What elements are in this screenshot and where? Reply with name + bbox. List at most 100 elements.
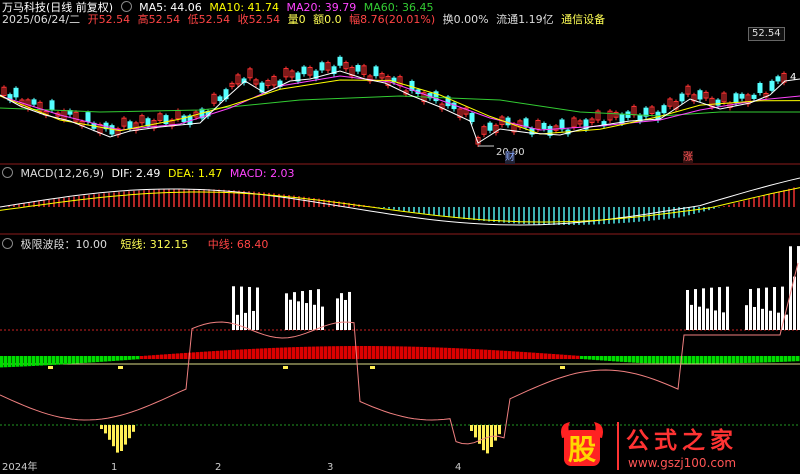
- candle: [733, 93, 739, 104]
- midterm-bar: [720, 356, 724, 364]
- short-spike: [706, 308, 709, 330]
- bottom-spike: [486, 425, 489, 454]
- midterm-bar: [784, 356, 788, 362]
- midterm-bar: [756, 356, 760, 363]
- midterm-bar: [684, 356, 688, 364]
- candle: [31, 99, 37, 105]
- midterm-bar: [64, 356, 68, 365]
- quote-amt: 额0.0: [313, 13, 342, 26]
- midterm-bar: [596, 356, 600, 361]
- midterm-bar: [404, 346, 408, 359]
- signal-tick: [118, 366, 123, 369]
- midterm-bar: [692, 356, 696, 364]
- candle: [355, 65, 361, 72]
- midterm-bar: [44, 356, 48, 366]
- midterm-bar: [288, 347, 292, 359]
- midterm-bar: [444, 347, 448, 359]
- macd-dif: DIF: 2.49: [111, 167, 161, 180]
- short-spike: [718, 287, 721, 330]
- midterm-bar: [180, 353, 184, 359]
- midterm-bar: [476, 349, 480, 359]
- short-spike: [722, 312, 725, 330]
- midterm-bar: [364, 346, 368, 359]
- midterm-bar: [420, 346, 424, 359]
- midterm-bar: [368, 346, 372, 359]
- bottom-spike: [108, 425, 111, 440]
- midterm-bar: [580, 356, 584, 360]
- midterm-bar: [52, 356, 56, 365]
- midterm-bar: [668, 356, 672, 364]
- midterm-bar: [56, 356, 60, 365]
- midterm-bar: [416, 346, 420, 359]
- midterm-bar: [256, 348, 260, 359]
- short-spike: [777, 312, 780, 330]
- logo-glyph: 股: [568, 433, 596, 466]
- midterm-bar: [660, 356, 664, 364]
- midterm-bar: [512, 351, 516, 359]
- quote-vol: 量0: [287, 13, 306, 26]
- bodong-settings-icon[interactable]: [2, 238, 13, 249]
- short-spike: [248, 286, 251, 330]
- midterm-bar: [328, 346, 332, 359]
- short-spike: [785, 314, 788, 330]
- midterm-bar: [104, 356, 108, 362]
- midterm-bar: [72, 356, 76, 364]
- midterm-bar: [212, 351, 216, 359]
- midterm-bar: [60, 356, 64, 365]
- midterm-bar: [92, 356, 96, 363]
- midterm-bar: [432, 347, 436, 359]
- midterm-bar: [796, 356, 800, 362]
- midterm-bar: [112, 356, 116, 361]
- midterm-bar: [748, 356, 752, 363]
- tag-finance[interactable]: 财: [505, 151, 515, 164]
- chart-canvas[interactable]: [0, 0, 800, 474]
- midterm-bar: [548, 353, 552, 359]
- signal-tick: [560, 366, 565, 369]
- midterm-bar: [176, 353, 180, 359]
- midterm-bar: [648, 356, 652, 364]
- midterm-bar: [168, 354, 172, 359]
- macd-title: MACD(12,26,9): [20, 167, 105, 180]
- midterm-bar: [724, 356, 728, 364]
- midterm-bar: [488, 349, 492, 359]
- macd-settings-icon[interactable]: [2, 167, 13, 178]
- midterm-bar: [236, 349, 240, 359]
- midterm-bar: [576, 355, 580, 359]
- midterm-bar: [604, 356, 608, 361]
- midterm-bar: [200, 351, 204, 359]
- midterm-bar: [608, 356, 612, 361]
- midterm-bar: [208, 351, 212, 359]
- midterm-bar: [204, 351, 208, 359]
- candle: [505, 117, 511, 126]
- bottom-spike: [498, 425, 501, 435]
- short-spike: [726, 286, 729, 330]
- midterm-bar: [428, 347, 432, 359]
- midterm-bar: [12, 356, 16, 367]
- midterm-bar: [672, 356, 676, 364]
- candle: [301, 66, 307, 75]
- midterm-bar: [260, 348, 264, 359]
- midterm-bar: [760, 356, 764, 363]
- quote-chg: 幅8.76(20.01%): [349, 13, 436, 26]
- short-spike: [236, 314, 239, 330]
- midterm-bar: [316, 346, 320, 359]
- quote-high: 高52.54: [137, 13, 181, 26]
- midterm-bar: [136, 356, 140, 360]
- quote-sector: 通信设备: [561, 13, 606, 26]
- short-spike: [745, 305, 748, 330]
- midterm-bar: [392, 346, 396, 359]
- midterm-bar: [144, 355, 148, 359]
- midterm-bar: [716, 356, 720, 364]
- settings-icon[interactable]: [120, 1, 132, 12]
- midterm-bar: [164, 354, 168, 359]
- midterm-bar: [372, 346, 376, 359]
- tag-limit-up[interactable]: 涨: [683, 151, 693, 164]
- midterm-bar: [156, 354, 160, 359]
- bottom-spike: [120, 425, 123, 451]
- midterm-bar: [704, 356, 708, 364]
- midterm-bar: [536, 352, 540, 359]
- midterm-bar: [308, 346, 312, 359]
- midterm-bar: [452, 348, 456, 359]
- midterm-bar: [592, 356, 596, 360]
- midterm-bar: [80, 356, 84, 364]
